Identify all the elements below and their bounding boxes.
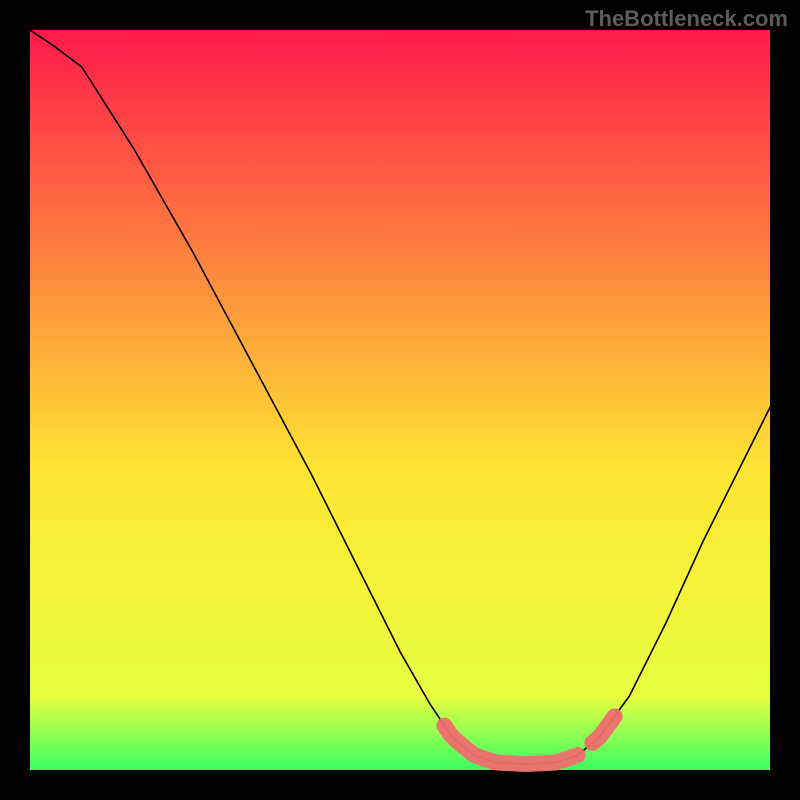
optimal-region-0 [444,726,577,764]
optimal-region-1 [592,716,614,743]
source-attribution: TheBottleneck.com [585,6,788,32]
bottleneck-curve [30,30,770,764]
chart-stage: TheBottleneck.com [0,0,800,800]
chart-overlay [0,0,800,800]
